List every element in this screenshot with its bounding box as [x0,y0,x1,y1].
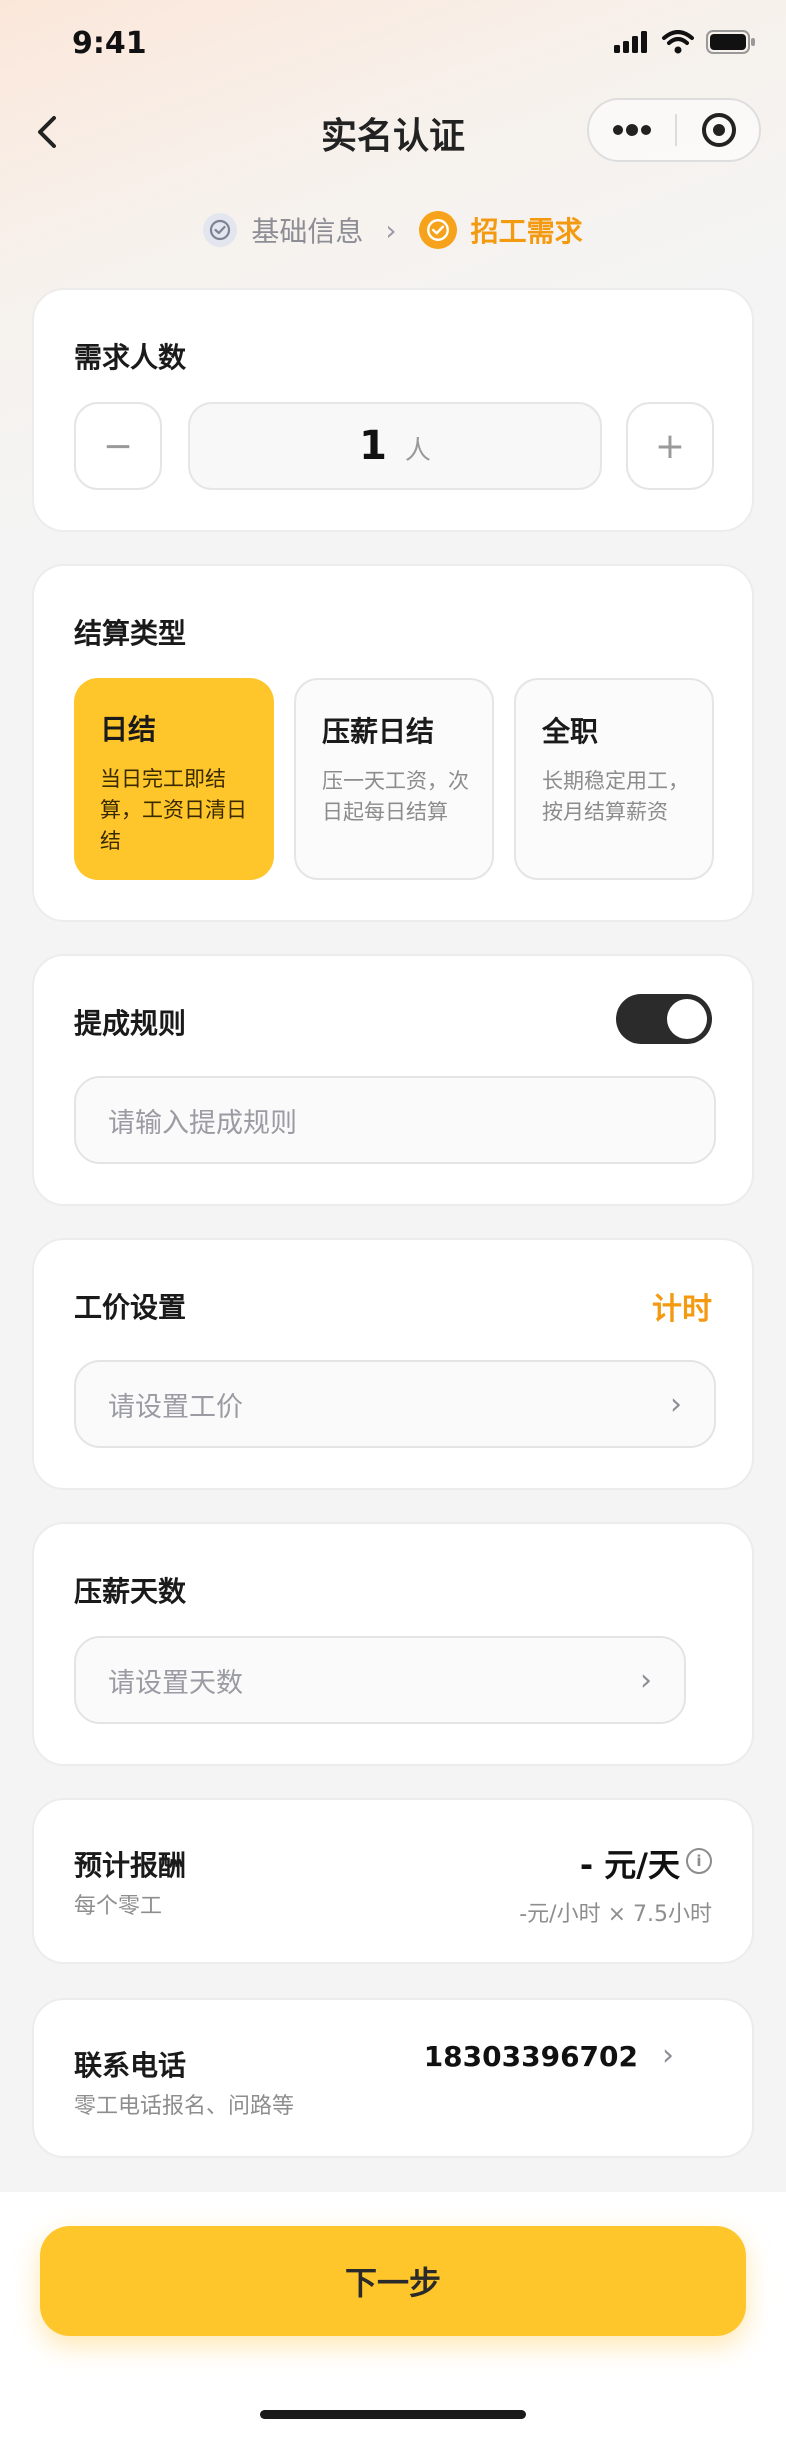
plus-icon: + [654,425,686,467]
settlement-option-held-daily[interactable]: 压薪日结 压一天工资，次日起每日结算 [294,678,494,880]
hold-days-title: 压薪天数 [74,1575,187,1608]
contact-phone: 18303396702 [423,2040,638,2073]
increase-button[interactable]: + [626,402,714,490]
next-step-button[interactable]: 下一步 [40,2226,746,2336]
commission-toggle[interactable] [616,994,712,1044]
option-desc: 当日完工即结算，工资日清日结 [100,767,247,853]
chevron-right-icon: › [640,1662,652,1698]
signal-icon [614,31,647,53]
option-title: 日结 [100,713,157,746]
step-recruit-needs-label: 招工需求 [470,215,583,248]
wage-placeholder: 请设置工价 [108,1391,243,1423]
check-circle-icon [203,213,238,247]
estimate-detail: -元/小时 × 7.5小时 [519,1902,712,1927]
headcount-stepper[interactable]: 1 人 [188,402,602,490]
settlement-option-fulltime[interactable]: 全职 长期稳定用工，按月结算薪资 [514,678,714,880]
estimate-title: 预计报酬 [74,1849,187,1882]
estimate-card: 预计报酬 每个零工 - 元/天 i -元/小时 × 7.5小时 [32,1798,754,1964]
headcount-unit: 人 [404,435,431,466]
chevron-right-icon: › [670,1386,682,1422]
commission-card: 提成规则 请输入提成规则 [32,954,754,1206]
toggle-knob [667,999,707,1039]
commission-title: 提成规则 [74,1007,187,1040]
progress-steps: 基础信息 › 招工需求 [0,210,786,250]
commission-placeholder: 请输入提成规则 [108,1107,297,1139]
option-title: 压薪日结 [322,715,435,748]
contact-title: 联系电话 [74,2049,187,2082]
target-icon [702,113,736,147]
chevron-right-icon: › [662,2038,674,2073]
option-title: 全职 [542,715,599,748]
status-time: 9:41 [72,26,147,61]
estimate-subtitle: 每个零工 [74,1894,163,1919]
more-dots-icon [613,124,651,136]
hold-days-placeholder: 请设置天数 [108,1667,243,1699]
settlement-title: 结算类型 [74,617,187,650]
check-circle-icon [418,211,457,249]
decrease-button[interactable]: − [74,402,162,490]
hold-days-select[interactable]: 请设置天数 › [74,1636,686,1724]
headcount-value: 1 [359,423,387,469]
contact-card[interactable]: 联系电话 零工电话报名、问路等 18303396702 › [32,1998,754,2158]
battery-icon [706,30,755,54]
headcount-title: 需求人数 [74,341,187,374]
wage-card: 工价设置 计时 请设置工价 › [32,1238,754,1490]
info-icon[interactable]: i [686,1848,712,1874]
close-mini-program-button[interactable] [677,100,761,160]
contact-subtitle: 零工电话报名、问路等 [74,2094,295,2119]
estimate-amount: - 元/天 [579,1846,680,1884]
chevron-right-icon: › [385,213,397,247]
hold-days-card: 压薪天数 请设置天数 › [32,1522,754,1766]
step-recruit-needs: 招工需求 [418,210,583,250]
settlement-card: 结算类型 日结 当日完工即结算，工资日清日结 压薪日结 压一天工资，次日起每日结… [32,564,754,922]
wage-select[interactable]: 请设置工价 › [74,1360,716,1448]
step-basic-info-label: 基础信息 [251,215,364,248]
wage-mode-link[interactable]: 计时 [652,1284,712,1328]
status-icons [614,30,756,54]
home-indicator [260,2410,526,2419]
more-button[interactable] [589,100,675,160]
minus-icon: − [102,425,134,467]
headcount-card: 需求人数 − 1 人 + [32,288,754,532]
option-desc: 压一天工资，次日起每日结算 [322,769,469,824]
mini-program-capsule [587,98,761,162]
option-desc: 长期稳定用工，按月结算薪资 [542,769,689,824]
wifi-icon [662,30,694,54]
step-basic-info: 基础信息 [203,210,363,250]
settlement-option-daily[interactable]: 日结 当日完工即结算，工资日清日结 [74,678,274,880]
commission-input[interactable]: 请输入提成规则 [74,1076,716,1164]
wage-title: 工价设置 [74,1291,187,1324]
